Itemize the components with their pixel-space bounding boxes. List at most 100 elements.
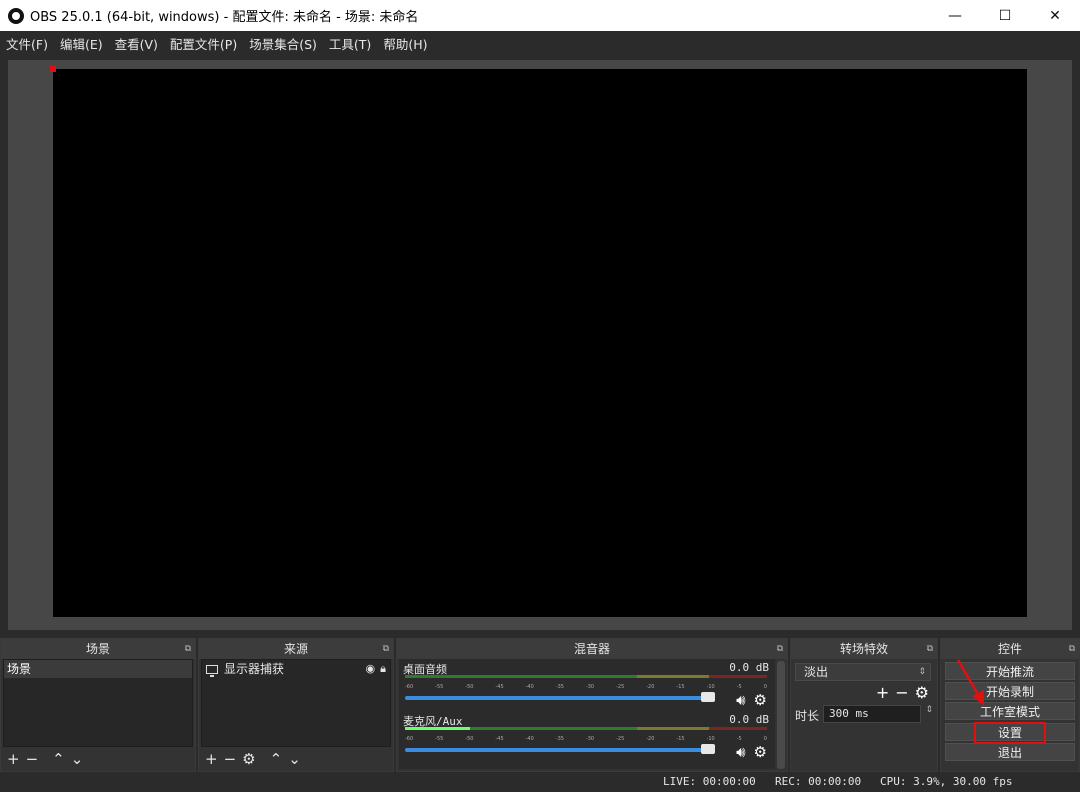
slider-handle[interactable] <box>701 744 715 754</box>
eye-icon[interactable]: ◉ <box>366 660 376 678</box>
maximize-button[interactable]: ☐ <box>980 0 1030 31</box>
monitor-icon <box>206 664 218 677</box>
add-icon[interactable]: + <box>7 750 20 768</box>
minimize-button[interactable]: — <box>930 0 980 31</box>
lock-icon[interactable]: 🔒︎ <box>380 660 386 678</box>
meter-tick-label: -30 <box>585 684 595 690</box>
meter-tick-label: -55 <box>435 736 444 742</box>
mixer-scrollbar[interactable] <box>777 661 785 769</box>
gear-icon[interactable]: ⚙ <box>754 743 767 761</box>
sources-dock: 来源 ⧉ 显示器捕获 ◉ 🔒︎ + − ⚙ ⌃ ⌄ <box>198 638 394 772</box>
slider-handle[interactable] <box>701 692 715 702</box>
meter-tick-label: -40 <box>525 684 534 690</box>
title-bar: OBS 25.0.1 (64-bit, windows) - 配置文件: 未命名… <box>0 0 1080 31</box>
menu-bar: 文件(F) 编辑(E) 查看(V) 配置文件(P) 场景集合(S) 工具(T) … <box>0 31 1080 55</box>
annotation-highlight-box <box>974 722 1046 744</box>
move-down-icon[interactable]: ⌄ <box>288 750 301 768</box>
meter-tick-label: -10 <box>706 684 715 690</box>
live-timer: LIVE: 00:00:00 <box>663 775 756 788</box>
speaker-icon[interactable]: 🔊︎ <box>736 691 745 709</box>
sources-toolbar: + − ⚙ ⌃ ⌄ <box>201 749 391 769</box>
meter-tick-label: -50 <box>465 684 474 690</box>
menu-tools[interactable]: 工具(T) <box>323 34 377 53</box>
sources-title-label: 来源 <box>283 642 308 656</box>
remove-icon[interactable]: − <box>895 683 908 702</box>
float-icon[interactable]: ⧉ <box>185 639 191 659</box>
menu-file[interactable]: 文件(F) <box>0 34 54 53</box>
scenes-dock: 场景 ⧉ 场景 + − ⌃ ⌄ <box>0 638 196 772</box>
meter-tick-label: -35 <box>555 684 564 690</box>
float-icon[interactable]: ⧉ <box>777 639 783 659</box>
window-title: OBS 25.0.1 (64-bit, windows) - 配置文件: 未命名… <box>30 10 419 25</box>
move-up-icon[interactable]: ⌃ <box>52 750 65 768</box>
meter-tick-label: -50 <box>465 736 474 742</box>
add-icon[interactable]: + <box>876 683 889 702</box>
meter-ticks: -60 -55 -50 -45 -40 -35 -30 -25 -20 -15 -10 -5 0 <box>405 736 767 744</box>
controls-dock-title: 控件 ⧉ <box>941 639 1079 659</box>
sources-dock-title: 来源 ⧉ <box>199 639 393 659</box>
window-controls: — ☐ ✕ <box>930 0 1080 31</box>
close-button[interactable]: ✕ <box>1030 0 1080 31</box>
updown-icon: ⇕ <box>918 667 926 677</box>
speaker-icon[interactable]: 🔊︎ <box>736 743 745 761</box>
source-item[interactable]: 显示器捕获 ◉ 🔒︎ <box>202 660 390 678</box>
mixer-channel-desktop: 桌面音频 0.0 dB -60 -55 -50 -45 -40 -35 -30 -25 -20-… <box>401 661 773 713</box>
menu-help[interactable]: 帮助(H) <box>377 34 433 53</box>
status-bar: LIVE: 00:00:00 REC: 00:00:00 CPU: 3.9%, … <box>0 772 1080 792</box>
channel-db: 0.0 dB <box>729 713 769 726</box>
transitions-title-label: 转场特效 <box>839 642 888 656</box>
mixer-channel-mic: 麦克风/Aux 0.0 dB -60 -55 -50 -45 -40 -35 -30 -25-… <box>401 713 773 765</box>
annotation-arrow <box>956 659 984 706</box>
mixer-dock: 混音器 ⧉ 桌面音频 0.0 dB -60 -55 -50 -45 -40 -35 -30-… <box>396 638 788 772</box>
add-icon[interactable]: + <box>205 750 218 768</box>
volume-meter <box>405 727 767 734</box>
preview-canvas[interactable] <box>50 66 1027 617</box>
meter-ticks: -60 -55 -50 -45 -40 -35 -30 -25 -20 -15 -10 -5 0 <box>405 684 767 692</box>
source-resize-handle[interactable] <box>50 66 56 72</box>
exit-button[interactable]: 退出 <box>945 743 1075 761</box>
move-up-icon[interactable]: ⌃ <box>270 750 283 768</box>
volume-slider[interactable] <box>405 692 715 702</box>
remove-icon[interactable]: − <box>224 750 237 768</box>
float-icon[interactable]: ⧉ <box>383 639 389 659</box>
scenes-title-label: 场景 <box>85 642 110 656</box>
duration-input[interactable]: 300 ms <box>823 705 921 723</box>
meter-tick-label: -30 <box>585 736 595 742</box>
meter-tick-label: -60 <box>405 736 414 742</box>
preview-area <box>8 60 1072 630</box>
meter-tick-label: -40 <box>525 736 534 742</box>
move-down-icon[interactable]: ⌄ <box>71 750 84 768</box>
meter-tick-label: -10 <box>706 736 715 742</box>
meter-tick-label: -15 <box>676 684 685 690</box>
float-icon[interactable]: ⧉ <box>1069 639 1075 659</box>
transitions-dock: 转场特效 ⧉ 淡出 ⇕ + − ⚙ 时长 300 ms ⇕ <box>790 638 938 772</box>
volume-slider[interactable] <box>405 744 715 754</box>
scene-item[interactable]: 场景 <box>4 660 192 678</box>
spinner-icon[interactable]: ⇕ <box>925 705 933 715</box>
meter-tick-label: -20 <box>646 684 655 690</box>
scenes-toolbar: + − ⌃ ⌄ <box>3 749 193 769</box>
gear-icon[interactable]: ⚙ <box>242 750 255 768</box>
source-label: 显示器捕获 <box>224 662 285 676</box>
meter-tick-label: -25 <box>616 736 625 742</box>
mixer-title-label: 混音器 <box>573 642 610 656</box>
menu-edit[interactable]: 编辑(E) <box>54 34 109 53</box>
controls-title-label: 控件 <box>997 642 1022 656</box>
menu-scene-collection[interactable]: 场景集合(S) <box>243 34 323 53</box>
float-icon[interactable]: ⧉ <box>927 639 933 659</box>
menu-profile[interactable]: 配置文件(P) <box>164 34 243 53</box>
menu-view[interactable]: 查看(V) <box>109 34 164 53</box>
meter-tick-label: -55 <box>435 684 444 690</box>
gear-icon[interactable]: ⚙ <box>754 691 767 709</box>
scenes-list: 场景 <box>3 659 193 747</box>
meter-tick-label: -45 <box>495 736 504 742</box>
obs-logo-icon <box>8 7 24 24</box>
meter-tick-label: -60 <box>405 684 414 690</box>
rec-timer: REC: 00:00:00 <box>775 775 862 788</box>
transitions-dock-title: 转场特效 ⧉ <box>791 639 937 659</box>
transition-select[interactable]: 淡出 ⇕ <box>795 663 931 681</box>
meter-tick-label: -35 <box>555 736 564 742</box>
remove-icon[interactable]: − <box>26 750 39 768</box>
gear-icon[interactable]: ⚙ <box>915 683 929 702</box>
duration-label: 时长 <box>795 709 820 723</box>
